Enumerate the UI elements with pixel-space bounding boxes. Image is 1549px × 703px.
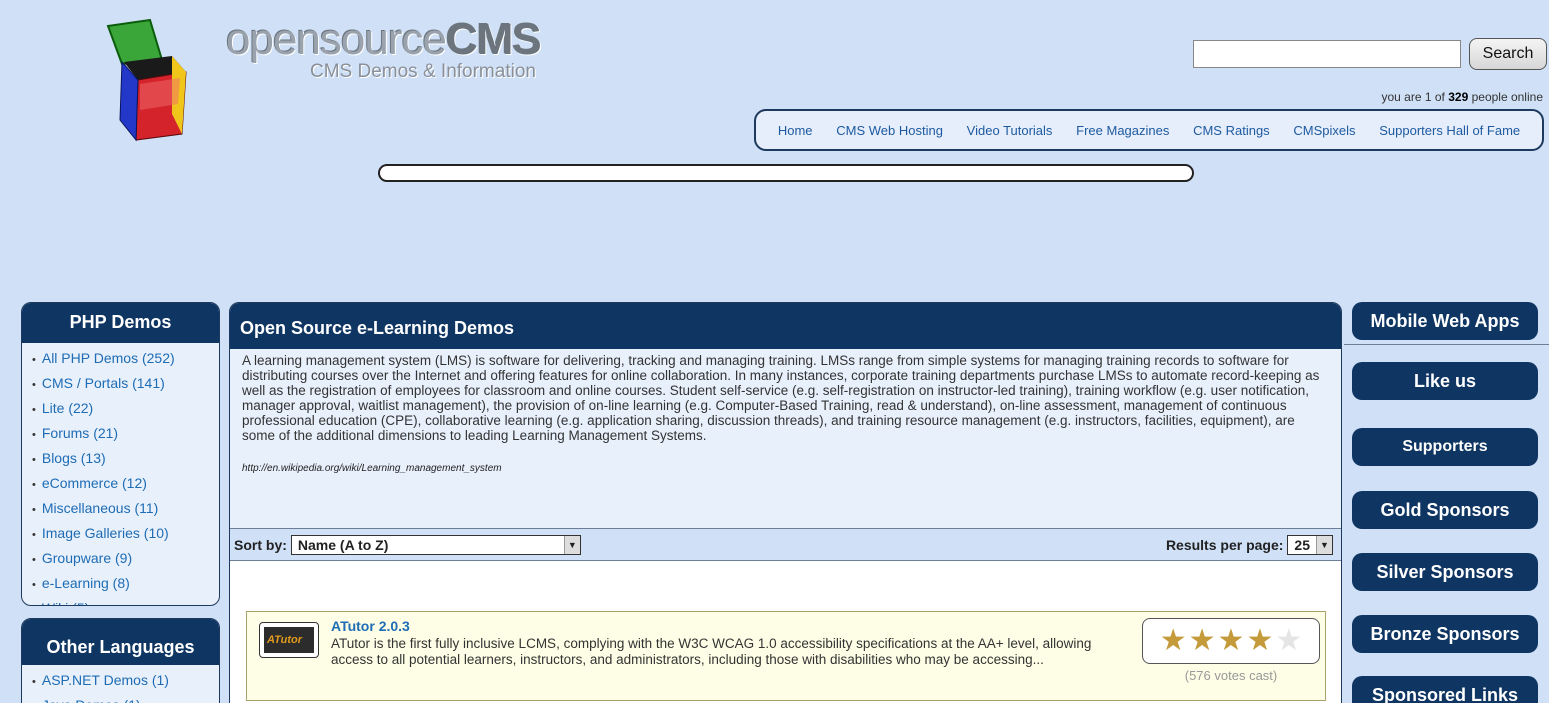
- results-label: Results per page:: [1165, 536, 1284, 553]
- sponsored-links-button[interactable]: Sponsored Links: [1352, 676, 1538, 703]
- sidebar-item-groupware[interactable]: Groupware (9): [32, 547, 211, 572]
- other-languages-title: Other Languages: [22, 619, 219, 665]
- sidebar-item-aspnet-demos[interactable]: ASP.NET Demos (1): [32, 669, 211, 694]
- sidebar-item-lite[interactable]: Lite (22): [32, 397, 211, 422]
- logo-box-icon[interactable]: [100, 18, 230, 148]
- results-value: 25: [1294, 536, 1310, 553]
- nav-video-tutorials[interactable]: Video Tutorials: [967, 123, 1053, 138]
- results-select[interactable]: 25 ▼: [1287, 534, 1333, 555]
- description-text: A learning management system (LMS) is so…: [242, 353, 1320, 443]
- sort-label: Sort by:: [234, 536, 287, 553]
- php-demos-title: PHP Demos: [22, 303, 219, 343]
- top-navigation: Home CMS Web Hosting Video Tutorials Fre…: [754, 109, 1544, 151]
- star-filled-icon[interactable]: ★: [1189, 626, 1216, 656]
- sidebar-item-forums[interactable]: Forums (21): [32, 422, 211, 447]
- chevron-down-icon[interactable]: ▼: [563, 535, 580, 554]
- other-languages-box: Other Languages ASP.NET Demos (1) Java D…: [21, 618, 220, 703]
- site-logo[interactable]: opensourceCMS CMS Demos & Information: [226, 15, 542, 82]
- sidebar-item-image-galleries[interactable]: Image Galleries (10): [32, 522, 211, 547]
- nav-home[interactable]: Home: [778, 123, 813, 138]
- sidebar-item-e-learning[interactable]: e-Learning (8): [32, 572, 211, 597]
- php-demos-box: PHP Demos All PHP Demos (252) CMS / Port…: [21, 302, 220, 606]
- php-demos-list: All PHP Demos (252) CMS / Portals (141) …: [22, 343, 219, 605]
- nav-free-magazines[interactable]: Free Magazines: [1076, 123, 1169, 138]
- sidebar-item-cms-portals[interactable]: CMS / Portals (141): [32, 372, 211, 397]
- atutor-logo[interactable]: ATutor: [259, 622, 319, 658]
- vote-count: (576 votes cast): [1184, 668, 1278, 683]
- logo-subtitle: CMS Demos & Information: [310, 61, 536, 82]
- star-filled-icon[interactable]: ★: [1218, 626, 1245, 656]
- star-filled-icon[interactable]: ★: [1246, 626, 1273, 656]
- sidebar-item-java-demos[interactable]: Java Demos (1): [32, 694, 211, 703]
- sort-bar: Sort by: Name (A to Z) ▼ Results per pag…: [230, 529, 1341, 561]
- sidebar-item-ecommerce[interactable]: eCommerce (12): [32, 472, 211, 497]
- results-per-page: Results per page: 25 ▼: [1165, 534, 1333, 555]
- list-item: ATutor ATutor 2.0.3 ATutor is the first …: [246, 611, 1326, 701]
- sidebar-item-wiki[interactable]: Wiki (5): [32, 597, 211, 605]
- main-content: Open Source e-Learning Demos A learning …: [229, 302, 1342, 703]
- atutor-logo-text: ATutor: [264, 627, 314, 653]
- chevron-down-icon[interactable]: ▼: [1316, 535, 1332, 554]
- star-empty-icon[interactable]: ★: [1275, 626, 1302, 656]
- nav-cms-ratings[interactable]: CMS Ratings: [1193, 123, 1270, 138]
- nav-supporters-hall-of-fame[interactable]: Supporters Hall of Fame: [1379, 123, 1520, 138]
- description-panel: A learning management system (LMS) is so…: [230, 349, 1341, 529]
- sort-value: Name (A to Z): [297, 536, 389, 553]
- gold-sponsors-button[interactable]: Gold Sponsors: [1352, 491, 1538, 529]
- sidebar-item-all-php-demos[interactable]: All PHP Demos (252): [32, 347, 211, 372]
- sidebar-item-blogs[interactable]: Blogs (13): [32, 447, 211, 472]
- ad-banner-bar[interactable]: [378, 164, 1194, 182]
- online-counter: you are 1 of 329 people online: [1381, 90, 1544, 104]
- mobile-web-apps-button[interactable]: Mobile Web Apps: [1352, 302, 1538, 340]
- search-input[interactable]: [1193, 40, 1461, 68]
- silver-sponsors-button[interactable]: Silver Sponsors: [1352, 553, 1538, 591]
- right-divider: [1344, 344, 1549, 345]
- search-button[interactable]: Search: [1469, 38, 1547, 70]
- sidebar-item-miscellaneous[interactable]: Miscellaneous (11): [32, 497, 211, 522]
- nav-cms-web-hosting[interactable]: CMS Web Hosting: [836, 123, 943, 138]
- source-link[interactable]: http://en.wikipedia.org/wiki/Learning_ma…: [242, 461, 1329, 476]
- nav-cmspixels[interactable]: CMSpixels: [1293, 123, 1355, 138]
- like-us-button[interactable]: Like us: [1352, 362, 1538, 400]
- entry-description: ATutor is the first fully inclusive LCMS…: [331, 636, 1092, 667]
- star-filled-icon[interactable]: ★: [1160, 626, 1187, 656]
- sort-select[interactable]: Name (A to Z) ▼: [290, 534, 581, 555]
- star-rating[interactable]: ★ ★ ★ ★ ★: [1142, 618, 1320, 664]
- other-languages-list: ASP.NET Demos (1) Java Demos (1): [22, 665, 219, 703]
- bronze-sponsors-button[interactable]: Bronze Sponsors: [1352, 615, 1538, 653]
- page-title: Open Source e-Learning Demos: [230, 303, 1341, 349]
- supporters-button[interactable]: Supporters: [1352, 428, 1538, 466]
- logo-title: opensourceCMS: [226, 15, 542, 64]
- entry-title-link[interactable]: ATutor 2.0.3: [331, 618, 410, 634]
